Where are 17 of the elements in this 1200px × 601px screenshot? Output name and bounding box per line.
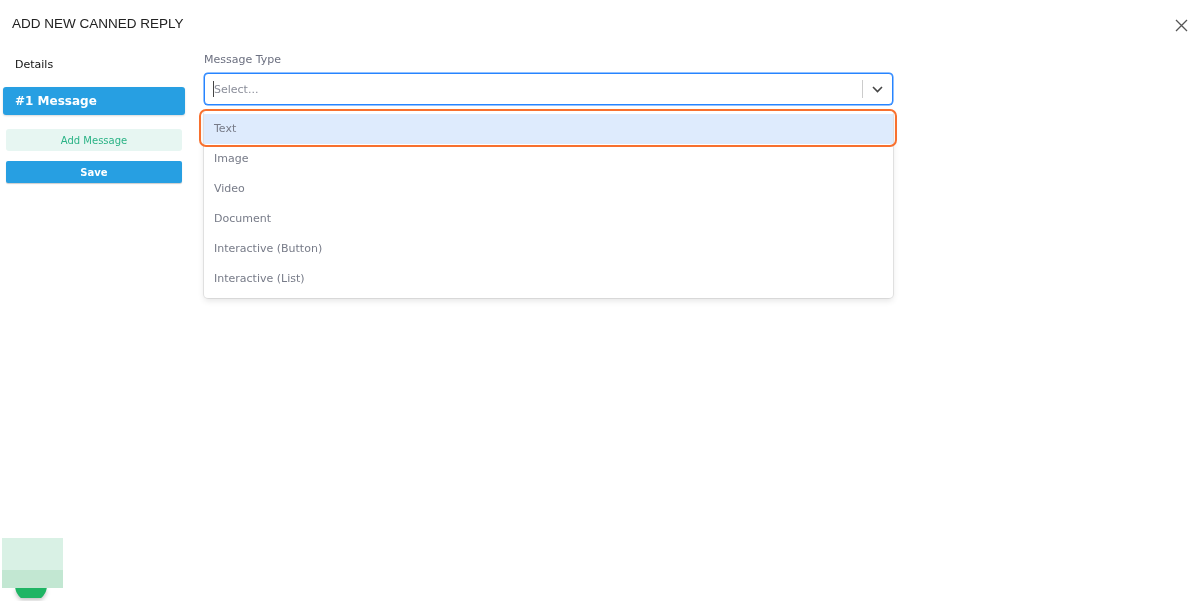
details-heading: Details [15,58,55,72]
message-tab[interactable]: #1 Message [3,87,185,115]
dropdown-option[interactable]: Interactive (List) [204,264,893,294]
placeholder-block [2,538,63,588]
save-button[interactable]: Save [6,161,182,183]
close-icon[interactable] [1175,18,1188,32]
message-type-select[interactable]: Select... [204,73,893,105]
dropdown-option[interactable]: Document [204,204,893,234]
add-message-button[interactable]: Add Message [6,129,182,151]
field-label: Message Type [204,53,282,67]
text-cursor [213,81,214,97]
dialog-title: ADD NEW CANNED REPLY [12,15,184,31]
dropdown-option[interactable]: Interactive (Button) [204,234,893,264]
dropdown-option[interactable]: Text [204,114,893,144]
dropdown-option[interactable]: Image [204,144,893,174]
dropdown-option[interactable]: Video [204,174,893,204]
chevron-down-icon[interactable] [872,86,883,93]
